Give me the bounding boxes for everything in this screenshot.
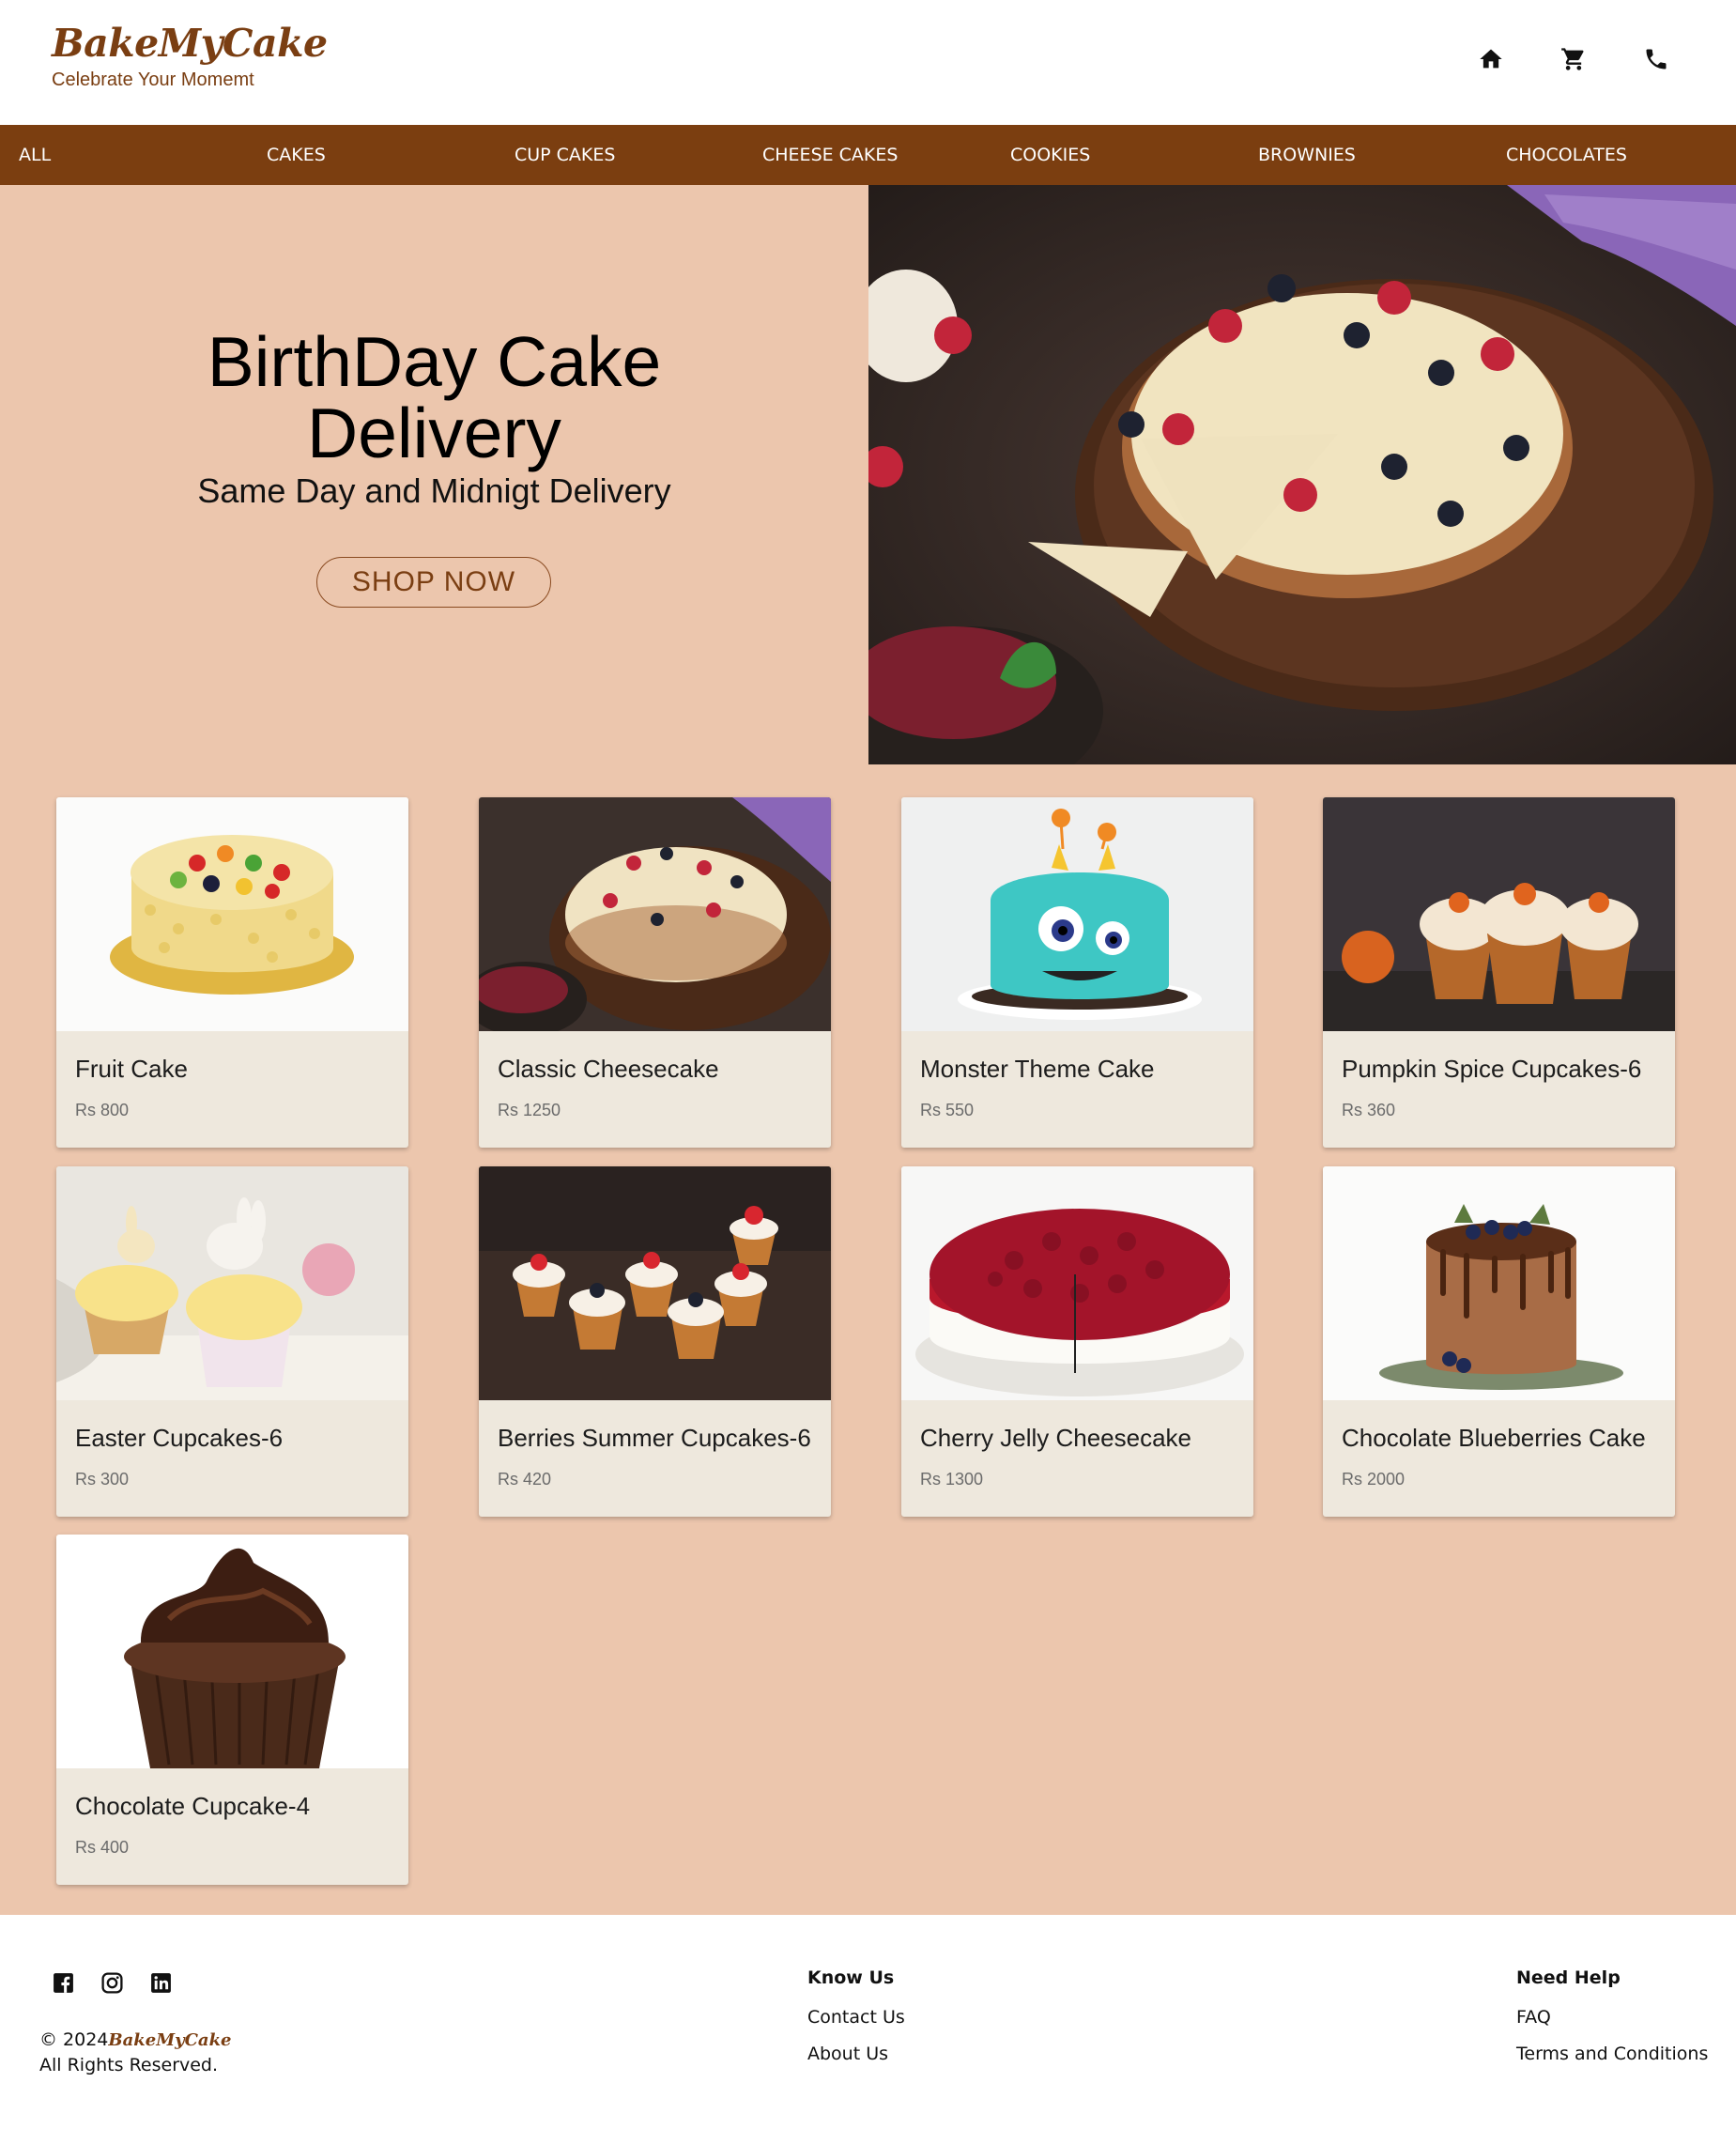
nav-item-cheese-cakes[interactable]: CHEESE CAKES bbox=[762, 125, 898, 185]
site-footer: © 2024BakeMyCake All Rights Reserved. Kn… bbox=[0, 1915, 1736, 2129]
home-icon[interactable] bbox=[1477, 45, 1505, 73]
product-card-cherry-jelly-cheesecake[interactable]: Cherry Jelly Cheesecake Rs 1300 bbox=[901, 1166, 1253, 1517]
product-card-fruit-cake[interactable]: Fruit Cake Rs 800 bbox=[56, 797, 408, 1148]
linkedin-icon[interactable] bbox=[149, 1971, 173, 1995]
product-price: Rs 1300 bbox=[920, 1470, 984, 1489]
product-name: Fruit Cake bbox=[75, 1055, 188, 1083]
nav-item-brownies[interactable]: BROWNIES bbox=[1258, 125, 1356, 185]
header-icons bbox=[1477, 45, 1670, 73]
know-us-heading: Know Us bbox=[807, 1967, 895, 1988]
product-image bbox=[56, 1535, 408, 1768]
product-name: Monster Theme Cake bbox=[920, 1055, 1155, 1083]
hero-title-line2: Delivery bbox=[307, 393, 561, 472]
logo[interactable]: BakeMyCake Celebrate Your Momemt bbox=[52, 21, 328, 91]
product-name: Berries Summer Cupcakes-6 bbox=[498, 1424, 811, 1452]
product-card-chocolate-cupcake[interactable]: Chocolate Cupcake-4 Rs 400 bbox=[56, 1535, 408, 1885]
nav-item-all[interactable]: ALL bbox=[19, 125, 51, 185]
product-name: Pumpkin Spice Cupcakes-6 bbox=[1342, 1055, 1642, 1083]
copyright-brand: BakeMyCake bbox=[108, 2030, 232, 2050]
copyright-year: © 2024 bbox=[39, 2029, 109, 2050]
site-header: BakeMyCake Celebrate Your Momemt bbox=[0, 0, 1736, 125]
product-card-chocolate-blueberries-cake[interactable]: Chocolate Blueberries Cake Rs 2000 bbox=[1323, 1166, 1675, 1517]
need-help-column: Need Help FAQ Terms and Conditions bbox=[1516, 1967, 1708, 2080]
product-card-classic-cheesecake[interactable]: Classic Cheesecake Rs 1250 bbox=[479, 797, 831, 1148]
product-price: Rs 2000 bbox=[1342, 1470, 1406, 1489]
product-name: Classic Cheesecake bbox=[498, 1055, 719, 1083]
product-image bbox=[1323, 1166, 1675, 1400]
shop-now-button[interactable]: SHOP NOW bbox=[316, 557, 551, 608]
product-price: Rs 360 bbox=[1342, 1101, 1396, 1119]
logo-text: BakeMyCake bbox=[52, 21, 328, 66]
hero-subtitle: Same Day and Midnigt Delivery bbox=[197, 471, 671, 510]
product-card-berries-summer-cupcakes[interactable]: Berries Summer Cupcakes-6 Rs 420 bbox=[479, 1166, 831, 1517]
product-name: Chocolate Cupcake-4 bbox=[75, 1792, 311, 1820]
terms-link[interactable]: Terms and Conditions bbox=[1516, 2044, 1708, 2064]
product-image bbox=[479, 1166, 831, 1400]
contact-us-link[interactable]: Contact Us bbox=[807, 2007, 905, 2028]
social-links bbox=[52, 1971, 173, 1995]
product-price: Rs 1250 bbox=[498, 1101, 561, 1119]
nav-item-cup-cakes[interactable]: CUP CAKES bbox=[515, 125, 615, 185]
about-us-link[interactable]: About Us bbox=[807, 2044, 905, 2064]
category-nav: ALL CAKES CUP CAKES CHEESE CAKES COOKIES… bbox=[0, 125, 1736, 185]
know-us-column: Know Us Contact Us About Us bbox=[807, 1967, 905, 2080]
product-image bbox=[56, 797, 408, 1031]
product-name: Easter Cupcakes-6 bbox=[75, 1424, 284, 1452]
product-price: Rs 800 bbox=[75, 1101, 130, 1119]
product-card-easter-cupcakes[interactable]: Easter Cupcakes-6 Rs 300 bbox=[56, 1166, 408, 1517]
nav-item-cakes[interactable]: CAKES bbox=[267, 125, 326, 185]
hero-banner: BirthDay Cake Delivery Same Day and Midn… bbox=[0, 185, 868, 764]
product-price: Rs 550 bbox=[920, 1101, 975, 1119]
product-image bbox=[901, 797, 1253, 1031]
product-name: Chocolate Blueberries Cake bbox=[1342, 1424, 1646, 1452]
need-help-heading: Need Help bbox=[1516, 1967, 1621, 1988]
product-image bbox=[1323, 797, 1675, 1031]
product-price: Rs 400 bbox=[75, 1838, 130, 1857]
nav-item-cookies[interactable]: COOKIES bbox=[1010, 125, 1090, 185]
cart-icon[interactable] bbox=[1559, 45, 1588, 73]
product-name: Cherry Jelly Cheesecake bbox=[920, 1424, 1192, 1452]
hero-title-line1: BirthDay Cake bbox=[207, 322, 662, 401]
faq-link[interactable]: FAQ bbox=[1516, 2007, 1708, 2028]
product-card-pumpkin-spice-cupcakes[interactable]: Pumpkin Spice Cupcakes-6 Rs 360 bbox=[1323, 797, 1675, 1148]
copyright: © 2024BakeMyCake All Rights Reserved. bbox=[39, 2028, 232, 2078]
product-price: Rs 420 bbox=[498, 1470, 552, 1489]
main-content: BirthDay Cake Delivery Same Day and Midn… bbox=[0, 185, 1736, 1915]
hero-title: BirthDay Cake Delivery bbox=[0, 326, 868, 469]
facebook-icon[interactable] bbox=[52, 1971, 75, 1995]
product-price: Rs 300 bbox=[75, 1470, 130, 1489]
hero-cheesecake-image bbox=[868, 185, 1736, 764]
product-card-monster-theme-cake[interactable]: Monster Theme Cake Rs 550 bbox=[901, 797, 1253, 1148]
product-image bbox=[56, 1166, 408, 1400]
tagline: Celebrate Your Momemt bbox=[52, 69, 254, 90]
rights-text: All Rights Reserved. bbox=[39, 2055, 219, 2075]
product-image bbox=[479, 797, 831, 1031]
instagram-icon[interactable] bbox=[100, 1971, 124, 1995]
phone-icon[interactable] bbox=[1642, 45, 1670, 73]
product-image bbox=[901, 1166, 1253, 1400]
nav-item-chocolates[interactable]: CHOCOLATES bbox=[1506, 125, 1627, 185]
